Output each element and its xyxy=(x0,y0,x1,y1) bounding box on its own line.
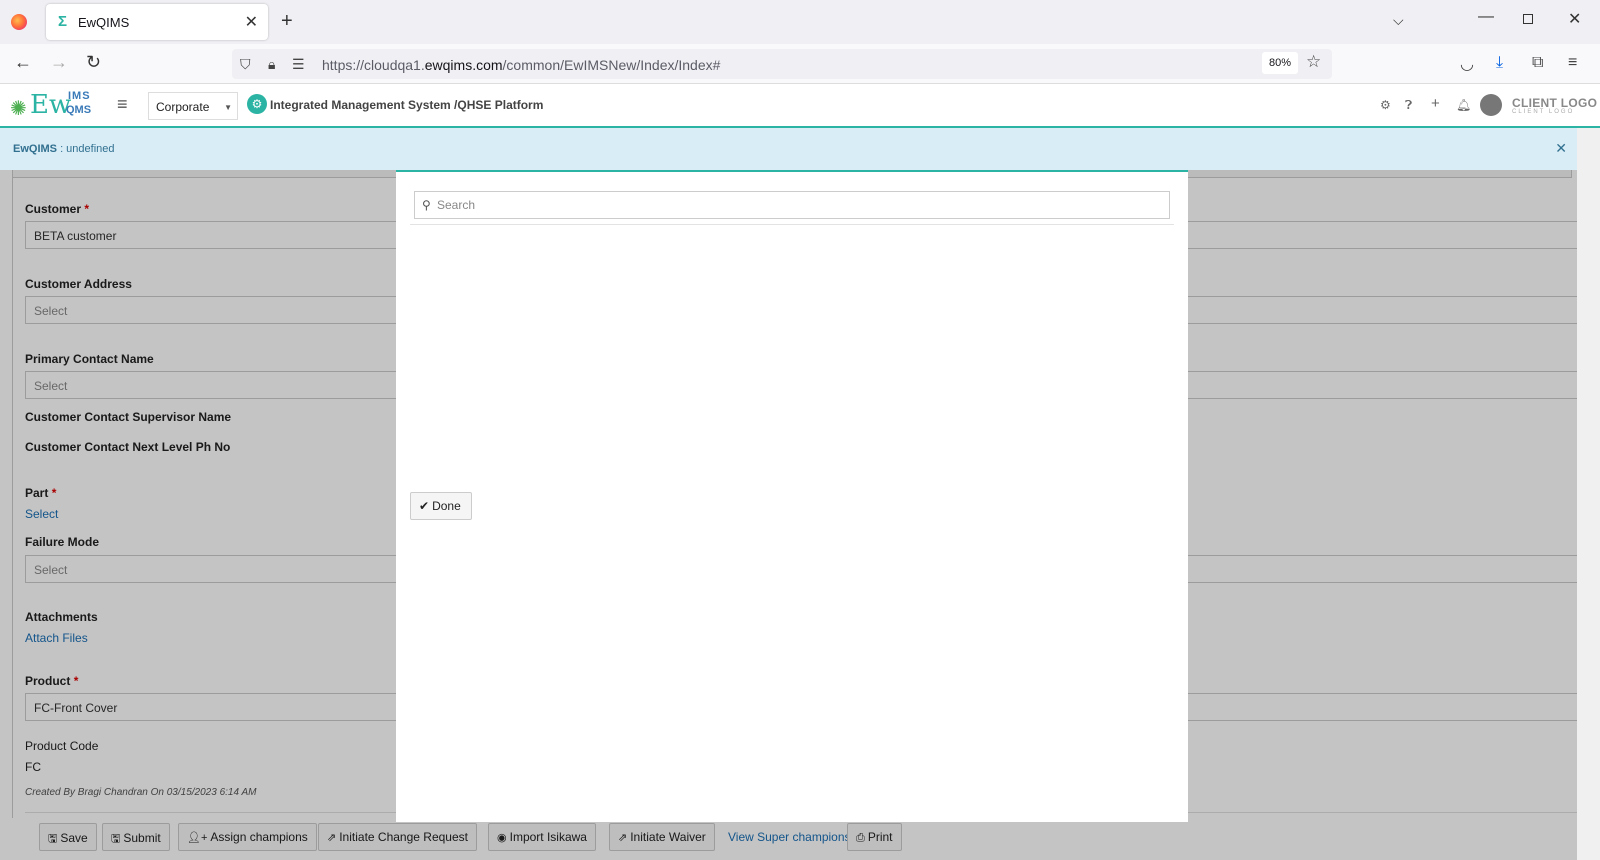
reload-icon[interactable]: ↻ xyxy=(86,52,101,73)
app-header: ✺ Ew IMS QMS ≡ Corporate ▼ ⚙ Integrated … xyxy=(0,84,1600,128)
platform-title: Integrated Management System /QHSE Platf… xyxy=(270,98,544,112)
bell-icon[interactable]: 🔔︎ xyxy=(1456,98,1471,112)
search-icon: ⚲ xyxy=(422,198,431,212)
avatar[interactable] xyxy=(1480,94,1502,116)
settings-icon[interactable]: ⚙ xyxy=(1380,98,1391,112)
caret-down-icon: ▼ xyxy=(224,103,232,112)
minimize-icon[interactable]: — xyxy=(1478,8,1494,26)
browser-tab[interactable]: Σ EwQIMS ✕ xyxy=(46,4,268,40)
client-logo: CLIENT LOGO CLIENT LOGO xyxy=(1512,96,1598,115)
browser-tab-bar: Σ EwQIMS ✕ + ⌵ — ✕ xyxy=(0,0,1600,44)
download-icon[interactable]: ⤓ xyxy=(1496,54,1503,72)
shield-icon[interactable]: ⛉ xyxy=(240,56,251,73)
modal-search-box[interactable]: ⚲ xyxy=(414,191,1170,219)
bookmark-star-icon[interactable]: ☆ xyxy=(1306,52,1321,72)
tab-title: EwQIMS xyxy=(78,15,130,30)
done-button[interactable]: ✔ Done xyxy=(410,492,472,520)
search-input[interactable] xyxy=(437,195,1157,215)
pocket-icon[interactable]: ◡ xyxy=(1460,54,1474,74)
platform-gear-icon: ⚙ xyxy=(247,94,267,114)
restore-icon[interactable] xyxy=(1523,14,1533,24)
check-icon: ✔ xyxy=(419,499,430,513)
extensions-icon[interactable]: ⧉ xyxy=(1532,54,1543,72)
alert-message: EwQIMS : undefined xyxy=(13,143,115,155)
new-tab-icon[interactable]: + xyxy=(281,10,293,33)
close-tab-icon[interactable]: ✕ xyxy=(245,12,258,32)
logo-sun-icon: ✺ xyxy=(10,98,27,120)
menu-icon[interactable]: ≡ xyxy=(1568,54,1577,72)
forward-icon[interactable]: → xyxy=(50,52,68,73)
ewqims-favicon-icon: Σ xyxy=(58,13,68,30)
help-icon[interactable]: ❓︎ xyxy=(1405,98,1412,113)
corporate-select[interactable]: Corporate ▼ xyxy=(148,92,238,120)
hamburger-menu-icon[interactable]: ≡ xyxy=(117,94,128,115)
back-icon[interactable]: ← xyxy=(14,52,32,73)
zoom-level-badge[interactable]: 80% xyxy=(1262,52,1298,74)
firefox-icon xyxy=(11,14,27,30)
divider xyxy=(410,224,1174,225)
url-text[interactable]: https://cloudqa1.ewqims.com/common/EwIMS… xyxy=(322,57,720,73)
alert-close-icon[interactable]: ✕ xyxy=(1555,140,1567,157)
chevron-down-icon[interactable]: ⌵ xyxy=(1393,12,1404,29)
select-modal: ⚲ ✔Done xyxy=(396,170,1188,822)
url-bar[interactable]: ⛉ 🔒︎ ☰ https://cloudqa1.ewqims.com/commo… xyxy=(232,49,1332,79)
page-scrollbar[interactable] xyxy=(1577,128,1600,860)
permissions-icon[interactable]: ☰ xyxy=(292,56,305,73)
alert-bar: EwQIMS : undefined ✕ xyxy=(0,128,1577,170)
lock-icon[interactable]: 🔒︎ xyxy=(268,56,275,73)
window-close-icon[interactable]: ✕ xyxy=(1568,9,1581,29)
add-icon[interactable]: + xyxy=(1431,95,1440,112)
browser-nav-bar: ← → ↻ ⛉ 🔒︎ ☰ https://cloudqa1.ewqims.com… xyxy=(0,44,1600,84)
